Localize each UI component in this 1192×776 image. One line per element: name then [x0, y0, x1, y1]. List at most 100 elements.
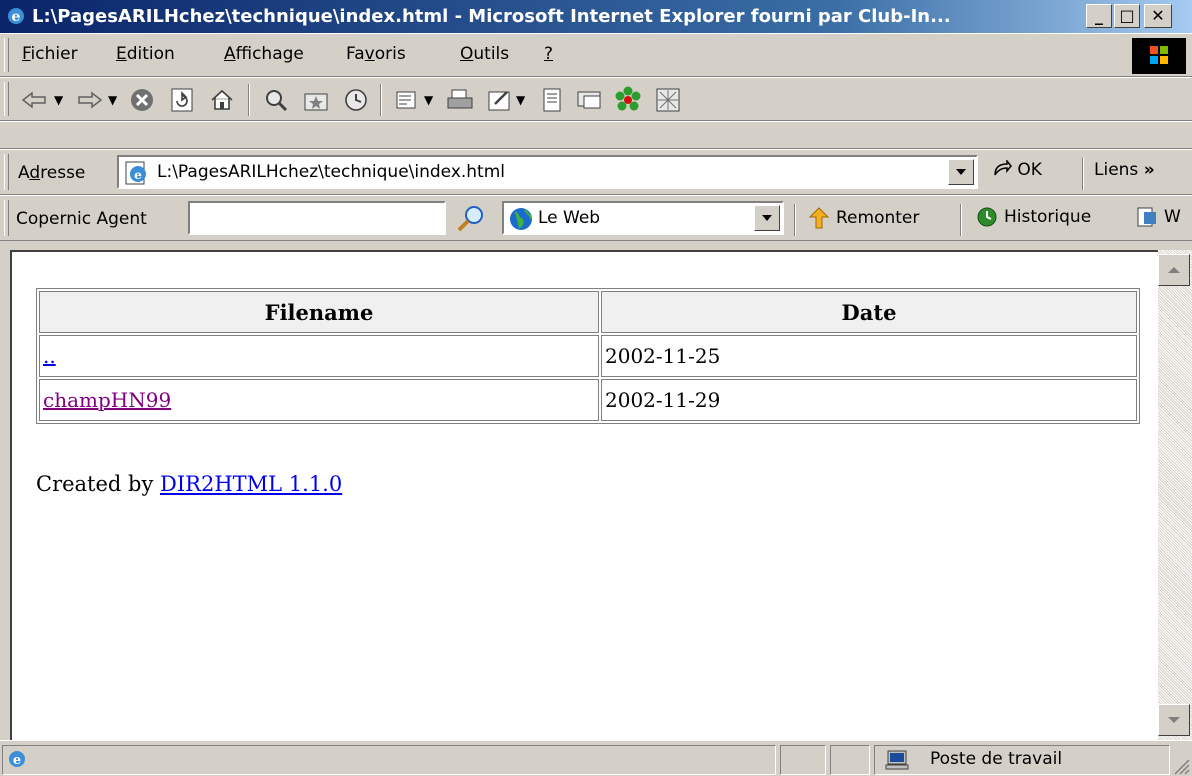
minimize-button[interactable]: _: [1086, 4, 1112, 28]
chevron-down-icon: [1168, 717, 1180, 723]
file-listing-table: Filename Date .. 2002-11-25 champHN99 20…: [36, 288, 1140, 424]
computer-icon: [885, 750, 909, 770]
back-dropdown-icon[interactable]: ▼: [54, 93, 63, 107]
toolbar-separator: [248, 84, 250, 116]
toolbar-separator: [1082, 158, 1084, 190]
search-engine-value: Le Web: [538, 208, 601, 228]
copernic-label: Copernic Agent: [16, 209, 147, 229]
toolbar-separator: [960, 204, 962, 236]
chevron-down-icon: [956, 169, 966, 175]
file-link[interactable]: ..: [43, 344, 56, 368]
svg-text:e: e: [134, 168, 142, 182]
globe-icon: [510, 208, 532, 230]
copernic-search-input[interactable]: [188, 201, 446, 235]
magnifier-icon[interactable]: [456, 205, 486, 233]
scroll-down-button[interactable]: [1158, 704, 1190, 736]
favorites-icon[interactable]: [300, 84, 332, 116]
back-icon[interactable]: [18, 84, 50, 116]
edit-dropdown-icon[interactable]: ▼: [516, 93, 525, 107]
table-row: .. 2002-11-25: [39, 335, 1137, 377]
maximize-button[interactable]: □: [1114, 4, 1140, 28]
forward-icon[interactable]: [74, 84, 106, 116]
status-panel-security: [830, 745, 870, 775]
historique-button[interactable]: Historique: [976, 206, 1091, 228]
created-by-line: Created by DIR2HTML 1.1.0: [36, 472, 343, 496]
page-status-icon: e: [9, 751, 25, 768]
table-cell-filename: ..: [39, 335, 599, 377]
menu-favoris[interactable]: Favoris: [346, 44, 406, 64]
dir2html-link[interactable]: DIR2HTML 1.1.0: [160, 472, 342, 496]
toolbar-tool-icon[interactable]: [652, 84, 684, 116]
page-content: Filename Date .. 2002-11-25 champHN99 20…: [10, 250, 1158, 740]
table-cell-filename: champHN99: [39, 379, 599, 421]
icq-flower-icon[interactable]: [612, 84, 644, 116]
column-header-date: Date: [601, 291, 1137, 333]
history-icon[interactable]: [340, 84, 372, 116]
messenger-icon[interactable]: [574, 84, 606, 116]
status-bar: e Poste de travail: [0, 740, 1192, 776]
resize-grip-icon[interactable]: [1172, 757, 1190, 775]
search-icon[interactable]: [260, 84, 292, 116]
toolbar-grip[interactable]: [4, 200, 9, 236]
status-panel-main: e: [2, 745, 776, 775]
refresh-icon[interactable]: [166, 84, 198, 116]
table-cell-date: 2002-11-29: [601, 379, 1137, 421]
chevron-up-icon: [1168, 267, 1180, 273]
vertical-scrollbar[interactable]: [1158, 250, 1192, 740]
address-input[interactable]: e L:\PagesARILHchez\technique\index.html: [117, 155, 978, 189]
windows-logo-icon: [1132, 38, 1186, 74]
toolbar-band: [0, 121, 1192, 149]
forward-dropdown-icon[interactable]: ▼: [108, 93, 117, 107]
status-panel-progress: [780, 745, 826, 775]
edit-icon[interactable]: [484, 84, 516, 116]
page-icon: e: [125, 161, 146, 185]
menu-aide[interactable]: ?: [544, 44, 553, 64]
address-label: Adresse: [18, 163, 86, 183]
address-value: L:\PagesARILHchez\technique\index.html: [157, 162, 506, 182]
up-arrow-icon: [808, 207, 830, 229]
remonter-button[interactable]: Remonter: [808, 206, 919, 230]
search-engine-select[interactable]: Le Web: [502, 201, 784, 235]
file-link[interactable]: champHN99: [43, 388, 171, 412]
table-cell-date: 2002-11-25: [601, 335, 1137, 377]
discuss-icon[interactable]: [536, 84, 568, 116]
window-title: L:\PagesARILHchez\technique\index.html -…: [32, 6, 951, 27]
mail-dropdown-icon[interactable]: ▼: [424, 93, 433, 107]
toolbar-grip[interactable]: [4, 82, 9, 116]
address-bar: Adresse e L:\PagesARILHchez\technique\in…: [0, 149, 1192, 195]
menu-fichier[interactable]: Fichier: [22, 44, 78, 64]
print-icon[interactable]: [444, 84, 476, 116]
search-engine-dropdown-button[interactable]: [754, 205, 780, 231]
title-bar: e L:\PagesARILHchez\technique\index.html…: [0, 0, 1192, 33]
toolbar-grip[interactable]: [4, 38, 9, 72]
address-dropdown-button[interactable]: [948, 159, 974, 185]
menu-outils[interactable]: Outils: [460, 44, 509, 64]
menu-affichage[interactable]: Affichage: [224, 44, 304, 64]
toolbar-grip[interactable]: [4, 154, 9, 190]
table-header-row: Filename Date: [39, 291, 1137, 333]
stop-icon[interactable]: [126, 84, 158, 116]
links-button[interactable]: Liens »: [1094, 160, 1155, 180]
chevron-down-icon: [762, 215, 772, 221]
table-row: champHN99 2002-11-29: [39, 379, 1137, 421]
svg-text:e: e: [12, 9, 21, 25]
go-button[interactable]: OK: [992, 158, 1042, 180]
menu-bar: Fichier Edition Affichage Favoris Outils…: [0, 33, 1192, 77]
go-arrow-icon: [994, 158, 1012, 176]
toolbar-separator: [794, 204, 796, 236]
column-header-filename: Filename: [39, 291, 599, 333]
close-button[interactable]: ✕: [1144, 4, 1172, 28]
security-zone-label: Poste de travail: [930, 749, 1063, 769]
chevron-right-icon: »: [1143, 160, 1155, 180]
menu-edition[interactable]: Edition: [116, 44, 175, 64]
scroll-up-button[interactable]: [1158, 254, 1190, 286]
history-clock-icon: [977, 207, 997, 227]
standard-toolbar: ▼ ▼ ▼ ▼: [0, 77, 1192, 121]
home-icon[interactable]: [206, 84, 238, 116]
svg-text:e: e: [13, 753, 21, 768]
more-toolbar-button[interactable]: W: [1136, 206, 1181, 228]
mail-icon[interactable]: [392, 84, 424, 116]
toolbar-separator: [380, 84, 382, 116]
copernic-toolbar: Copernic Agent Le Web Remonter Historiqu…: [0, 195, 1192, 241]
windows-flag-icon: [1150, 46, 1168, 64]
